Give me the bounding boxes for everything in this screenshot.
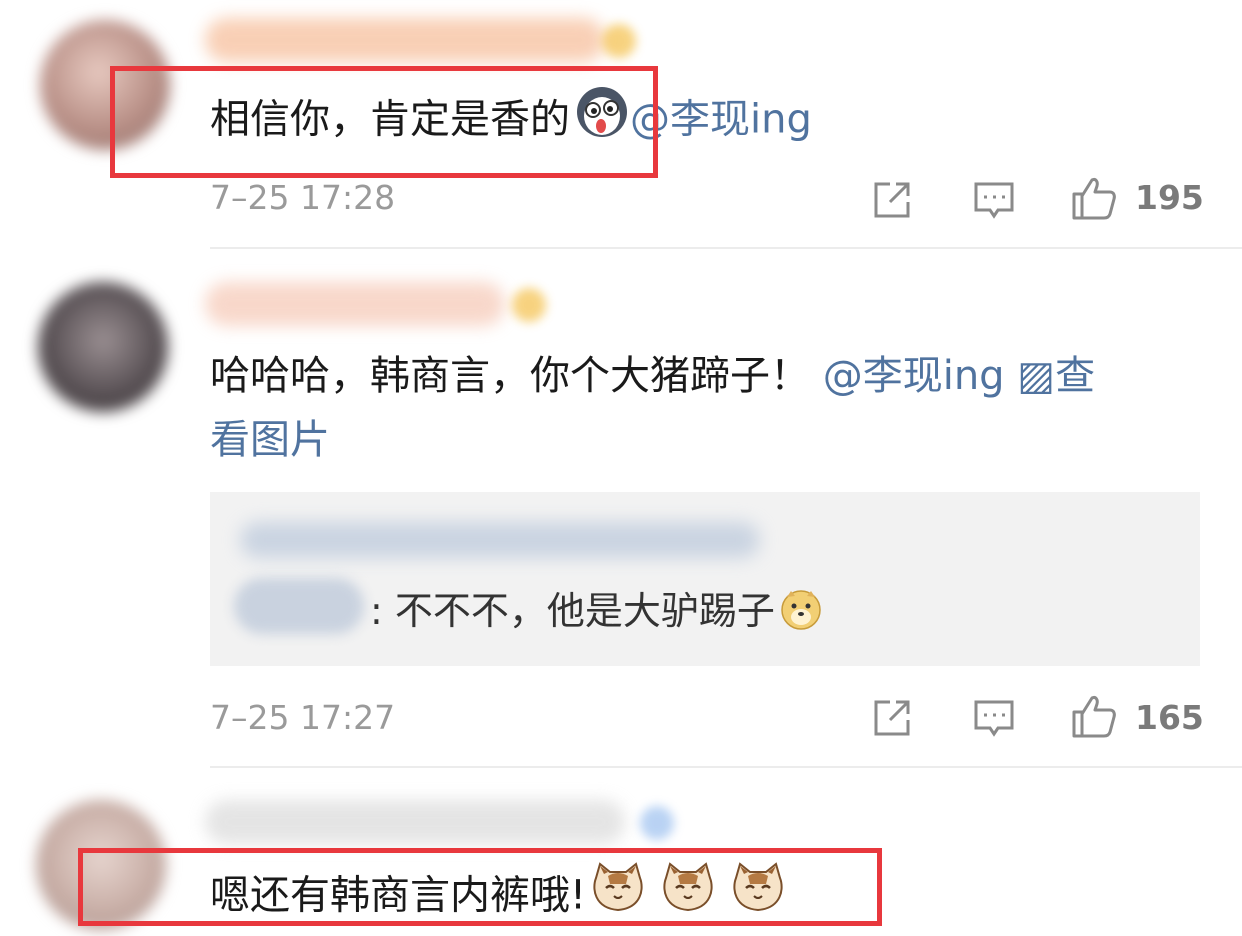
vip-badge-icon [640,806,674,840]
highlight-box-1 [110,66,658,178]
username-blurred[interactable] [205,800,625,844]
highlight-box-2 [78,848,882,926]
